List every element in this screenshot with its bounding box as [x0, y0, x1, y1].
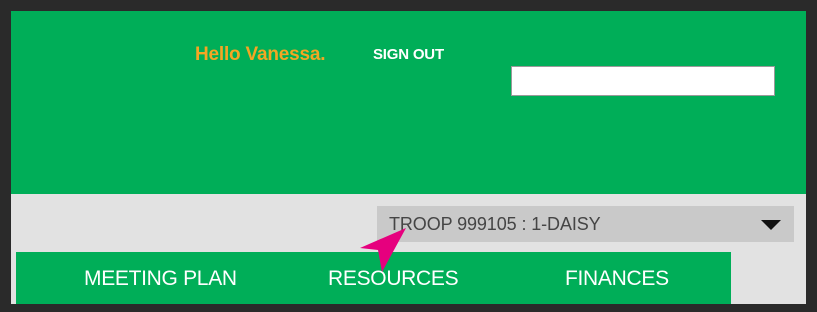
cursor-arrow-icon	[360, 228, 406, 272]
bottom-border	[11, 304, 806, 312]
caret-down-icon[interactable]	[761, 220, 781, 230]
nav-item-meeting-plan[interactable]: MEETING PLAN	[84, 267, 237, 291]
greeting-text: Hello Vanessa.	[195, 44, 326, 65]
app-frame: Hello Vanessa. SIGN OUT TROOP 999105 : 1…	[0, 0, 817, 312]
troop-selector-value: TROOP 999105 : 1-DAISY	[389, 214, 601, 234]
nav-item-finances[interactable]: FINANCES	[565, 267, 669, 291]
site-header: Hello Vanessa. SIGN OUT	[11, 11, 806, 194]
search-input[interactable]	[511, 66, 775, 96]
troop-selector[interactable]: TROOP 999105 : 1-DAISY	[377, 206, 794, 242]
sign-out-link[interactable]: SIGN OUT	[373, 46, 444, 63]
